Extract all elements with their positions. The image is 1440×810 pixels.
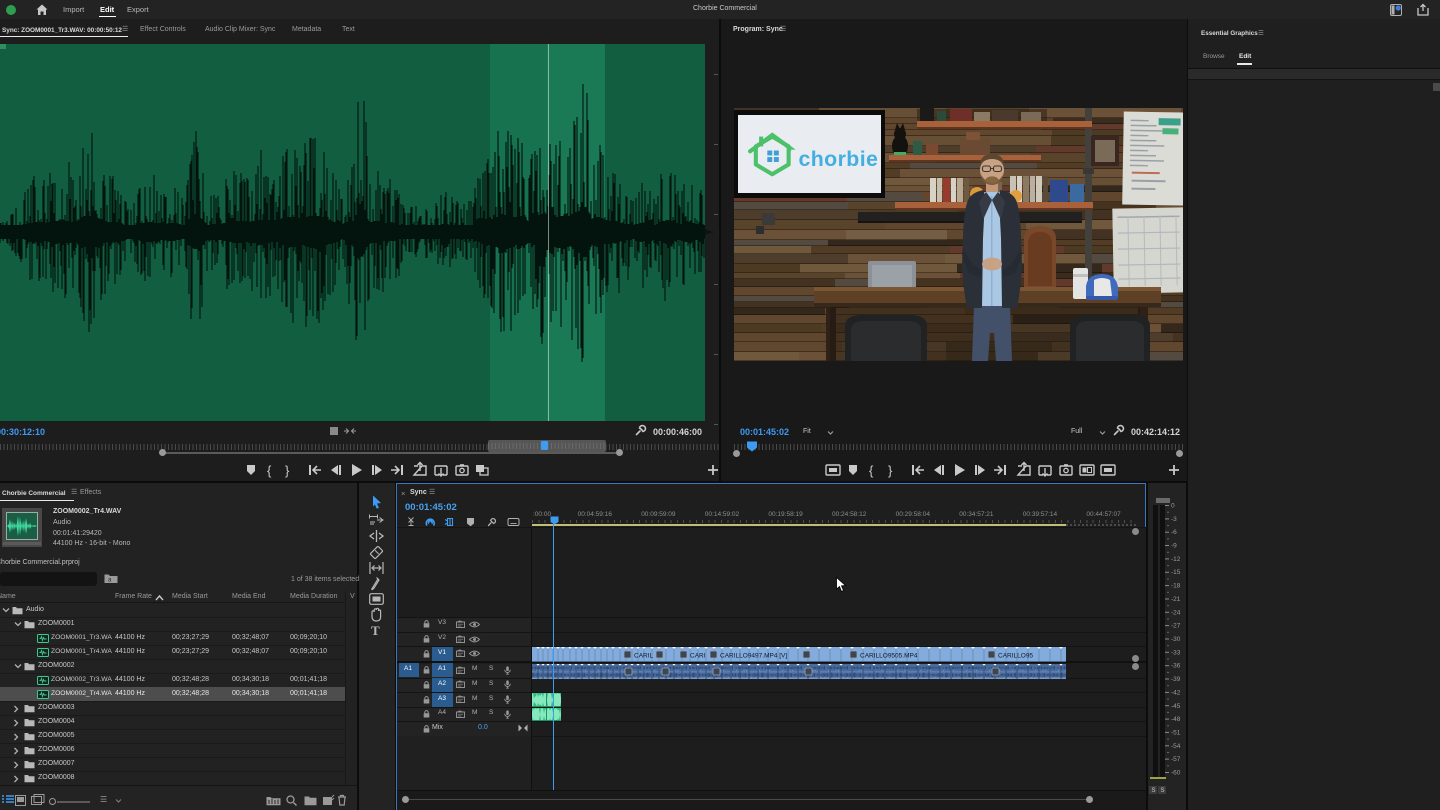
svg-text:-18: -18 xyxy=(1171,583,1181,590)
svg-text:-57: -57 xyxy=(1171,756,1181,763)
svg-text:-15: -15 xyxy=(1171,569,1181,576)
svg-text:CARILLO95: CARILLO95 xyxy=(998,652,1033,659)
svg-text:-48: -48 xyxy=(1171,716,1181,723)
svg-text:-27: -27 xyxy=(1171,623,1181,630)
svg-text:0: 0 xyxy=(1171,503,1175,510)
svg-text:CARIL: CARIL xyxy=(634,652,654,659)
svg-text:-36: -36 xyxy=(1171,663,1181,670)
svg-text:-45: -45 xyxy=(1171,703,1181,710)
svg-text:{: { xyxy=(869,463,874,478)
svg-text:-6: -6 xyxy=(1171,529,1177,536)
svg-text:}: } xyxy=(888,463,893,478)
svg-text:CARI: CARI xyxy=(690,652,706,659)
svg-text:-12: -12 xyxy=(1171,556,1181,563)
svg-text:-9: -9 xyxy=(1171,543,1177,550)
svg-text:-39: -39 xyxy=(1171,676,1181,683)
svg-text:-54: -54 xyxy=(1171,743,1181,750)
svg-text:-33: -33 xyxy=(1171,649,1181,656)
svg-text:chorbie: chorbie xyxy=(798,147,878,171)
svg-text:-51: -51 xyxy=(1171,729,1181,736)
svg-text:-3: -3 xyxy=(1171,516,1177,523)
svg-text:-60: -60 xyxy=(1171,770,1181,777)
svg-text:-30: -30 xyxy=(1171,636,1181,643)
svg-text:-42: -42 xyxy=(1171,689,1181,696)
svg-text:-24: -24 xyxy=(1171,609,1181,616)
svg-text:CARILLO9497.MP4 [V]: CARILLO9497.MP4 [V] xyxy=(720,652,787,659)
svg-text:-21: -21 xyxy=(1171,596,1181,603)
svg-text:{: { xyxy=(267,463,272,478)
svg-text:CARILLO9505.MP4: CARILLO9505.MP4 xyxy=(860,652,918,659)
svg-text:}: } xyxy=(285,463,290,478)
svg-text:T: T xyxy=(371,623,380,638)
